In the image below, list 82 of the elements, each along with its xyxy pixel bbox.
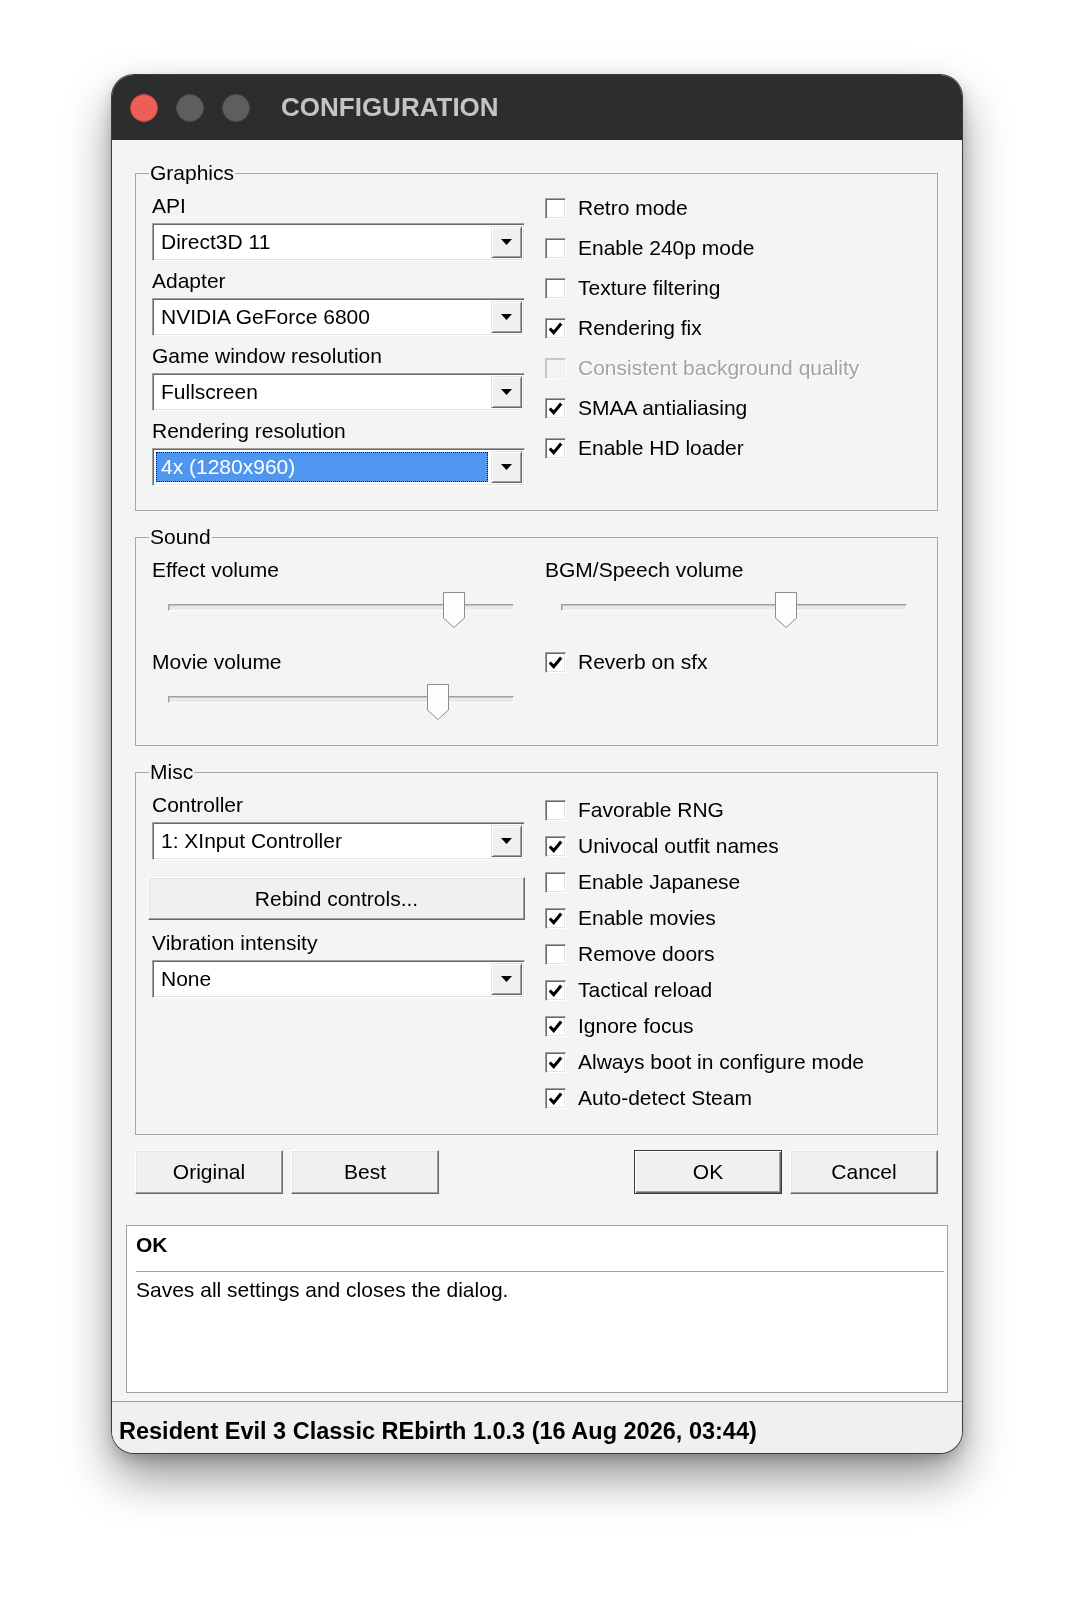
dropdown[interactable]: None xyxy=(152,960,525,998)
checkbox-label: Favorable RNG xyxy=(578,798,724,822)
checkbox-label: Remove doors xyxy=(578,942,715,966)
dropdown[interactable]: 1: XInput Controller xyxy=(152,822,525,860)
field-label: Controller xyxy=(152,792,244,818)
field-label: Vibration intensity xyxy=(152,930,318,956)
slider-thumb[interactable] xyxy=(443,592,466,628)
check-icon xyxy=(549,912,562,924)
dropdown[interactable]: Fullscreen xyxy=(152,373,525,411)
checkbox[interactable] xyxy=(545,835,566,857)
checkbox-label: Univocal outfit names xyxy=(578,834,779,858)
check-icon xyxy=(549,1056,562,1068)
caret-icon[interactable] xyxy=(491,963,522,995)
dialog-button[interactable]: OK xyxy=(634,1150,782,1194)
checkbox-label: Enable Japanese xyxy=(578,870,741,894)
checkbox[interactable] xyxy=(545,237,566,259)
checkbox[interactable] xyxy=(545,1015,566,1037)
preset-button[interactable]: Original xyxy=(135,1150,283,1194)
caret-icon[interactable] xyxy=(491,376,522,408)
field-label: Game window resolution xyxy=(152,343,382,369)
slider-label: Effect volume xyxy=(152,557,279,583)
field-label: Rendering resolution xyxy=(152,418,346,444)
slider-track[interactable] xyxy=(168,684,514,720)
checkbox[interactable] xyxy=(545,1087,566,1109)
close-icon[interactable] xyxy=(130,93,158,122)
checkbox[interactable] xyxy=(545,1051,566,1073)
field-label: Adapter xyxy=(152,268,226,294)
checkbox-label: Tactical reload xyxy=(578,978,713,1002)
window-title: CONFIGURATION xyxy=(281,92,499,123)
checkbox-label: Rendering fix xyxy=(578,316,702,340)
caret-icon[interactable] xyxy=(491,451,522,483)
checkbox-label: Always boot in configure mode xyxy=(578,1050,864,1074)
checkbox-label: Consistent background quality xyxy=(578,356,860,380)
slider-label: BGM/Speech volume xyxy=(545,557,744,583)
checkbox-label: SMAA antialiasing xyxy=(578,396,748,420)
checkbox-label: Texture filtering xyxy=(578,276,721,300)
dialog-button[interactable]: Cancel xyxy=(790,1150,938,1194)
check-icon xyxy=(549,984,562,996)
checkbox[interactable] xyxy=(545,871,566,893)
info-title: OK xyxy=(136,1232,168,1258)
group-title: Sound xyxy=(149,525,212,549)
checkbox[interactable] xyxy=(545,907,566,929)
check-icon xyxy=(549,442,562,454)
slider-thumb[interactable] xyxy=(427,684,450,720)
checkbox-label: Enable 240p mode xyxy=(578,236,755,260)
check-icon xyxy=(549,656,562,668)
slider-track[interactable] xyxy=(561,592,907,628)
dropdown[interactable]: NVIDIA GeForce 6800 xyxy=(152,298,525,336)
group-title: Graphics xyxy=(149,161,236,185)
checkbox-label: Enable movies xyxy=(578,906,716,930)
checkbox[interactable] xyxy=(545,197,566,219)
field-label: API xyxy=(152,193,186,219)
checkbox-label: Retro mode xyxy=(578,196,688,220)
check-icon xyxy=(549,840,562,852)
checkbox[interactable] xyxy=(545,437,566,459)
caret-icon[interactable] xyxy=(491,301,522,333)
status-text: Resident Evil 3 Classic REbirth 1.0.3 (16 Aug 2026, 03:44) xyxy=(119,1418,757,1445)
checkbox[interactable] xyxy=(545,397,566,419)
group-title: Misc xyxy=(149,760,195,784)
dropdown[interactable]: Direct3D 11 xyxy=(152,223,525,261)
slider-thumb[interactable] xyxy=(774,592,797,628)
check-icon xyxy=(549,1020,562,1032)
caret-icon[interactable] xyxy=(491,226,522,258)
slider-track[interactable] xyxy=(168,592,514,628)
checkbox[interactable] xyxy=(545,317,566,339)
check-icon xyxy=(549,402,562,414)
checkbox-label: Auto-detect Steam xyxy=(578,1086,752,1110)
check-icon xyxy=(549,1092,562,1104)
rebind-button[interactable]: Rebind controls... xyxy=(148,877,525,920)
caret-icon[interactable] xyxy=(491,825,522,857)
checkbox[interactable] xyxy=(545,277,566,299)
checkbox[interactable] xyxy=(545,979,566,1001)
checkbox-label: Enable HD loader xyxy=(578,436,744,460)
preset-button[interactable]: Best xyxy=(291,1150,439,1194)
slider-label: Movie volume xyxy=(152,649,282,675)
checkbox[interactable] xyxy=(545,651,566,673)
check-icon xyxy=(549,322,562,334)
checkbox-label: Ignore focus xyxy=(578,1014,694,1038)
checkbox-label: Reverb on sfx xyxy=(578,650,708,674)
checkbox[interactable] xyxy=(545,799,566,821)
checkbox[interactable] xyxy=(545,943,566,965)
info-text: Saves all settings and closes the dialog. xyxy=(136,1277,509,1303)
